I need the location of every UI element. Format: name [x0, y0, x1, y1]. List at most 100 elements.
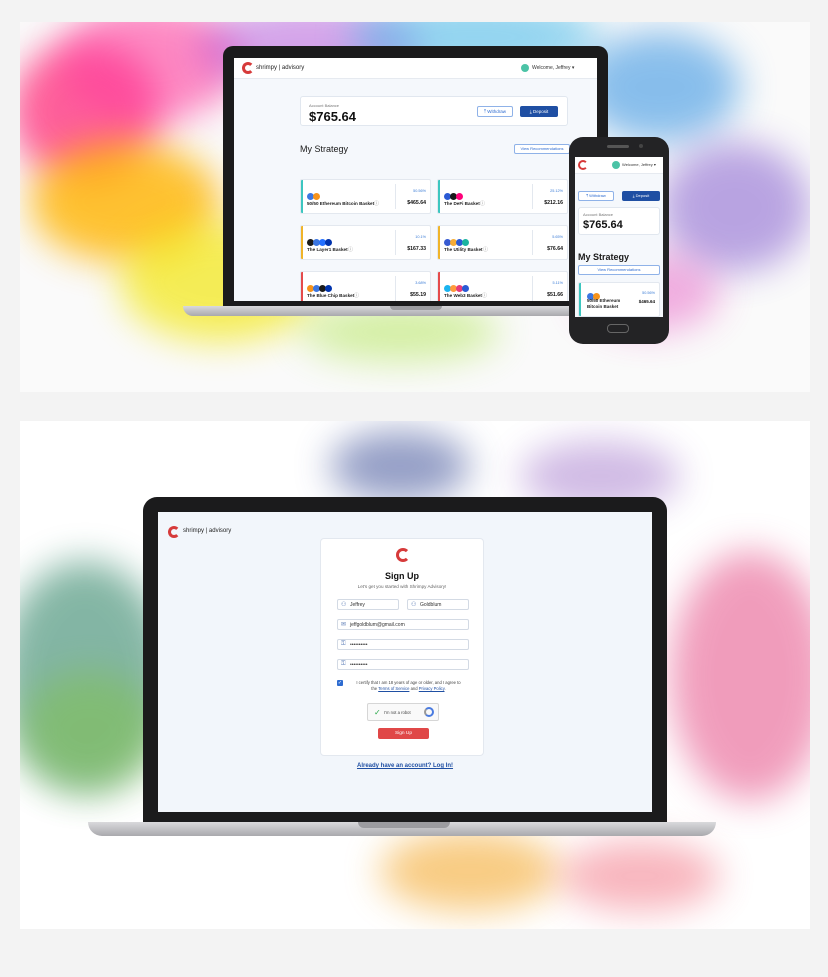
lock-icon: ⚿ — [341, 641, 346, 647]
brand-logo-icon — [396, 548, 410, 562]
basket-divider — [395, 230, 396, 255]
certify-line1: I certify that I am 18 years of age or o… — [356, 680, 461, 685]
brand-logo-icon[interactable] — [242, 62, 254, 74]
basket-divider — [532, 184, 533, 209]
deposit-label: Deposit — [635, 193, 650, 198]
basket-divider — [395, 276, 396, 301]
certify-line2a: the — [371, 686, 378, 691]
basket-stripe — [438, 226, 440, 259]
dashboard-screen: shrimpy | advisory Welcome, Jeffrey ▾ Ac… — [234, 58, 597, 301]
basket-divider — [532, 276, 533, 301]
welcome-label: Welcome, Jeffrey — [532, 65, 571, 71]
basket-amount: $55.19 — [410, 292, 426, 298]
phone-deposit-button[interactable]: ⤓ Deposit — [622, 191, 660, 201]
basket-card[interactable]: 50/50 Ethereum Bitcoin Basket ⓘ 50.56% $46… — [300, 179, 431, 214]
basket-card[interactable]: The Web3 Basket ⓘ 5.11% $51.66 — [437, 271, 568, 301]
phone-basket-card[interactable]: 50/50 Ethereum Bitcoin Basket 50.56% $46… — [578, 282, 660, 317]
avatar[interactable] — [521, 64, 529, 72]
coin-icons — [444, 233, 469, 246]
last-name-field[interactable]: ⚇ Goldblum — [407, 599, 469, 610]
info-icon[interactable]: ⓘ — [480, 200, 485, 207]
check-icon: ✓ — [374, 708, 381, 717]
basket-amount: $465.64 — [407, 200, 426, 206]
welcome-menu[interactable]: Welcome, Jeffrey ▾ — [532, 65, 574, 71]
info-icon[interactable]: ⓘ — [483, 246, 488, 253]
download-icon: ⤓ — [529, 109, 532, 114]
signup-button[interactable]: Sign Up — [378, 728, 429, 739]
confirm-password-field[interactable]: ⚿ •••••••••• — [337, 659, 469, 670]
deposit-button[interactable]: ⤓ Deposit — [520, 106, 558, 117]
token-icon — [325, 285, 332, 292]
paint-splash — [670, 551, 810, 801]
basket-amount: $465.64 — [638, 299, 655, 304]
home-button[interactable] — [607, 324, 629, 333]
basket-card[interactable]: The Layer1 Basket ⓘ 10.1% $167.33 — [300, 225, 431, 260]
password-field[interactable]: ⚿ •••••••••• — [337, 639, 469, 650]
basket-card[interactable]: The Blue Chip Basket ⓘ 3.68% $55.19 — [300, 271, 431, 301]
signup-subtitle: Let's get you started with Shrimpy Advis… — [357, 584, 447, 589]
phone-withdraw-button[interactable]: ⤒ Withdraw — [578, 191, 614, 201]
basket-stripe — [438, 272, 440, 301]
basket-divider — [532, 230, 533, 255]
balance-label: Account Balance — [583, 212, 614, 217]
withdraw-button[interactable]: ⤒ Withdraw — [477, 106, 513, 117]
email-field[interactable]: ✉ jeffgoldblum@gmail.com — [337, 619, 469, 630]
login-link[interactable]: Already have an account? Log In! — [158, 763, 652, 769]
basket-stripe — [301, 226, 303, 259]
paint-splash — [560, 841, 720, 911]
confirm-password-value: •••••••••• — [350, 662, 368, 668]
mail-icon: ✉ — [341, 622, 347, 628]
terms-link[interactable]: Terms of Service — [378, 686, 409, 691]
first-name-field[interactable]: ⚇ Jeffrey — [337, 599, 399, 610]
first-name-value: Jeffrey — [350, 602, 365, 608]
info-icon[interactable]: ⓘ — [374, 200, 379, 207]
token-icon — [325, 239, 332, 246]
phone-view-recommendations-button[interactable]: View Recommendations — [578, 265, 660, 275]
captcha-widget[interactable]: ✓ I'm not a robot — [367, 703, 439, 721]
phone-welcome-menu[interactable]: Welcome, Jeffrey ▾ — [622, 162, 656, 167]
user-icon: ⚇ — [411, 602, 417, 608]
basket-card[interactable]: The DeFi Basket ⓘ 25.12% $212.16 — [437, 179, 568, 214]
phone-speaker — [607, 145, 629, 148]
bottom-showcase-panel: shrimpy | advisory Sign Up Let's get you… — [20, 421, 810, 929]
basket-amount: $212.16 — [544, 200, 563, 206]
balance-label: Account Balance — [309, 103, 340, 108]
info-icon[interactable]: ⓘ — [354, 292, 359, 299]
info-icon[interactable]: ⓘ — [482, 292, 487, 299]
basket-amount: $167.33 — [407, 246, 426, 252]
token-icon — [456, 193, 463, 200]
top-showcase-panel: shrimpy | advisory Welcome, Jeffrey ▾ Ac… — [20, 22, 810, 392]
basket-card[interactable]: The Utility Basket ⓘ 5.65% $76.64 — [437, 225, 568, 260]
app-header: shrimpy | advisory Welcome, Jeffrey ▾ — [234, 58, 597, 79]
basket-percent: 50.56% — [413, 189, 426, 193]
coin-icons — [307, 279, 332, 292]
info-icon[interactable]: ⓘ — [348, 246, 353, 253]
laptop-notch — [390, 306, 442, 310]
certify-line2b: and — [410, 686, 418, 691]
download-icon: ⤓ — [632, 193, 635, 198]
brand-logo-icon[interactable] — [578, 160, 588, 170]
privacy-link[interactable]: Privacy Policy — [419, 686, 445, 691]
email-value: jeffgoldblum@gmail.com — [350, 622, 405, 628]
basket-name: The DeFi Basket — [444, 201, 480, 206]
basket-amount: $76.64 — [547, 246, 563, 252]
paint-splash — [20, 671, 160, 791]
brand-logo-icon[interactable] — [168, 526, 180, 538]
basket-name: 50/50 Ethereum Bitcoin Basket — [587, 298, 620, 310]
bitcoin-icon — [313, 193, 320, 200]
view-recommendations-button[interactable]: View Recommendations — [514, 144, 570, 154]
upload-icon: ⤒ — [483, 109, 486, 114]
phone-strategy-title: My Strategy — [578, 252, 630, 262]
withdraw-label: Withdraw — [487, 109, 507, 114]
strategy-title: My Strategy — [300, 144, 349, 154]
basket-percent: 5.11% — [552, 281, 563, 285]
basket-name: The Layer1 Basket — [307, 247, 348, 252]
withdraw-label: Withdraw — [589, 193, 606, 198]
certify-checkbox[interactable]: ✓ — [337, 680, 343, 686]
coin-icons — [307, 233, 332, 246]
avatar[interactable] — [612, 161, 620, 169]
token-icon — [462, 239, 469, 246]
user-icon: ⚇ — [341, 602, 347, 608]
welcome-label: Welcome, Jeffrey — [622, 162, 653, 167]
basket-name-line2: Bitcoin Basket — [587, 304, 619, 309]
